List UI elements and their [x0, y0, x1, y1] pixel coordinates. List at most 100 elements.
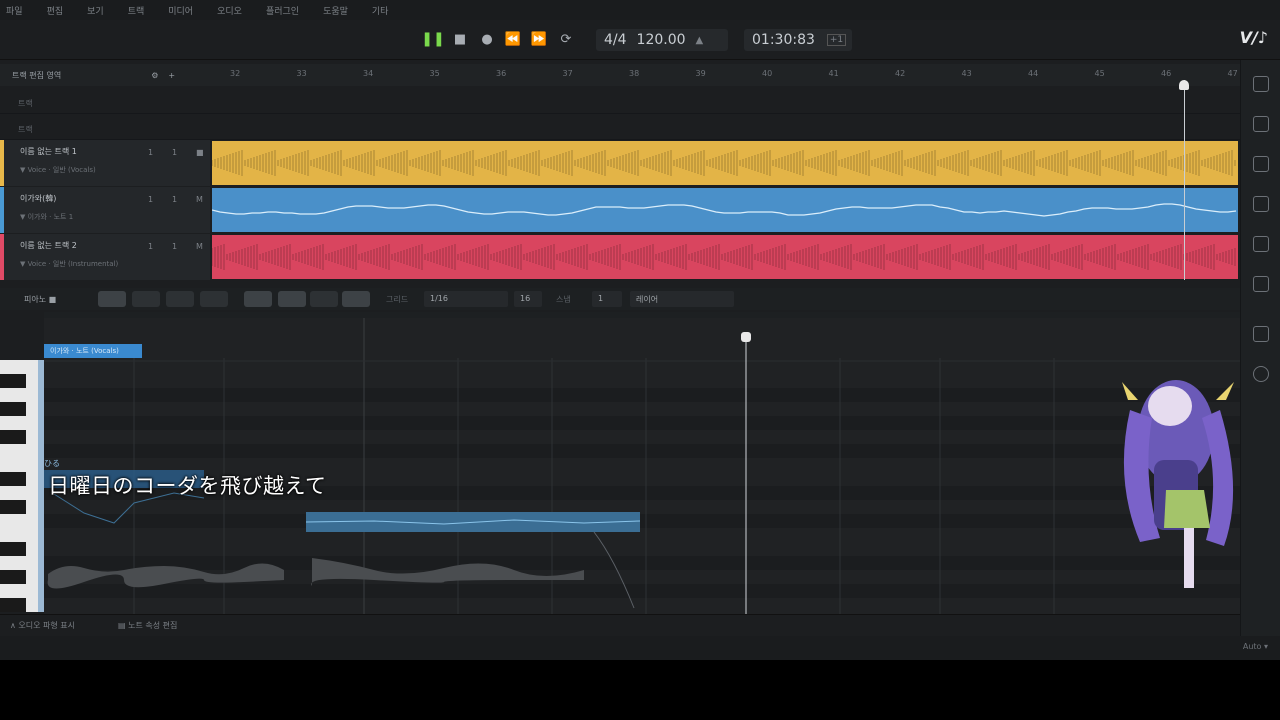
pitch-tool-button[interactable] — [200, 291, 228, 307]
black-key[interactable] — [0, 430, 26, 444]
erase-tool-button[interactable] — [166, 291, 194, 307]
track-solo-toggle[interactable]: 1 — [172, 195, 177, 204]
roll-playhead-handle[interactable] — [741, 332, 751, 342]
draw-tool-button[interactable] — [132, 291, 160, 307]
track-clip[interactable] — [212, 188, 1238, 232]
track-head[interactable]: 이름 없는 트랙 1 ▼ Voice · 일반 (Vocals) 1 1 ■ — [0, 140, 210, 186]
ruler-tick: 34 — [363, 69, 374, 78]
menu-bar: 파일 편집 보기 트랙 미디어 오디오 플러그인 도움말 기타 — [0, 0, 1280, 20]
waveform — [212, 150, 1236, 176]
black-key[interactable] — [0, 500, 26, 514]
fast-forward-button[interactable]: ⏩ — [530, 30, 548, 48]
sidebar-tool-icon[interactable] — [1253, 76, 1269, 92]
metronome-icon[interactable]: ▲ — [696, 35, 704, 46]
tempo-field[interactable]: 4/4 120.00 ▲ — [596, 29, 728, 51]
ruler-tick: 38 — [629, 69, 640, 78]
view-toggle-button[interactable] — [342, 291, 370, 307]
stop-button[interactable]: ■ — [451, 30, 469, 48]
black-key[interactable] — [0, 598, 26, 612]
ruler-tick: 41 — [828, 69, 839, 78]
track-instrument[interactable]: ▼ Voice · 일반 (Instrumental) — [20, 259, 210, 269]
clip-badge[interactable]: 이가와 · 노트 (Vocals) — [44, 344, 142, 358]
playhead[interactable] — [1184, 80, 1185, 280]
loop-button[interactable]: ⟳ — [557, 30, 575, 48]
grid-select[interactable]: 1/16 — [424, 291, 508, 307]
track-mute-toggle[interactable]: 1 — [148, 242, 153, 251]
menu-item[interactable]: 보기 — [87, 4, 104, 17]
empty-lane[interactable]: 트랙 — [0, 116, 1240, 140]
sidebar-tool-icon[interactable] — [1253, 236, 1269, 252]
track-head[interactable]: 이름 없는 트랙 2 ▼ Voice · 일반 (Instrumental) 1 1 M — [0, 234, 210, 280]
track-mute-toggle[interactable]: 1 — [148, 148, 153, 157]
track-name[interactable]: 이름 없는 트랙 2 — [20, 240, 210, 251]
menu-item[interactable]: 플러그인 — [266, 4, 299, 17]
track-row[interactable]: 이름 없는 트랙 1 ▼ Voice · 일반 (Vocals) 1 1 ■ — [0, 140, 1240, 186]
sidebar-tool-icon[interactable] — [1253, 116, 1269, 132]
sidebar-tool-icon[interactable] — [1253, 366, 1269, 382]
sidebar-tool-icon[interactable] — [1253, 196, 1269, 212]
time-signature[interactable]: 4/4 — [604, 32, 627, 48]
menu-item[interactable]: 파일 — [6, 4, 23, 17]
position-field[interactable]: 01:30:83 +1 — [744, 29, 852, 51]
menu-item[interactable]: 편집 — [47, 4, 64, 17]
tool-select[interactable]: 16 — [514, 291, 542, 307]
pause-button[interactable]: ❚❚ — [421, 30, 444, 48]
loop-flag[interactable]: +1 — [826, 34, 847, 46]
track-solo-toggle[interactable]: 1 — [172, 242, 177, 251]
keyboard-edge — [38, 360, 44, 612]
ruler-tick: 46 — [1161, 69, 1172, 78]
tempo-value[interactable]: 120.00 — [637, 32, 686, 48]
piano-roll[interactable] — [44, 318, 1240, 614]
mode-select[interactable]: 레이어 — [630, 291, 734, 307]
status-right[interactable]: ▤ 노트 속성 편집 — [118, 620, 177, 631]
sidebar-tool-icon[interactable] — [1253, 326, 1269, 342]
bottom-corner[interactable]: Auto ▾ — [1243, 642, 1268, 651]
black-key[interactable] — [0, 472, 26, 486]
select-tool-button[interactable] — [98, 291, 126, 307]
menu-item[interactable]: 기타 — [372, 4, 389, 17]
track-solo-toggle[interactable]: 1 — [172, 148, 177, 157]
menu-item[interactable]: 미디어 — [168, 4, 193, 17]
position-value[interactable]: 01:30:83 — [752, 32, 815, 48]
track-row[interactable]: 이가와(韓) ▼ 이가와 · 노트 1 1 1 M — [0, 187, 1240, 233]
track-name[interactable]: 이름 없는 트랙 1 — [20, 146, 210, 157]
black-key[interactable] — [0, 374, 26, 388]
view-toggle-button[interactable] — [244, 291, 272, 307]
track-mute-toggle[interactable]: 1 — [148, 195, 153, 204]
sidebar-tool-icon[interactable] — [1253, 276, 1269, 292]
track-mode-toggle[interactable]: M — [196, 242, 203, 251]
track-header: 트랙 편집 영역 ⚙ + — [0, 64, 210, 86]
settings-icon[interactable]: ⚙ — [151, 71, 158, 80]
view-toggle-button[interactable] — [310, 291, 338, 307]
track-row[interactable]: 이름 없는 트랙 2 ▼ Voice · 일반 (Instrumental) 1 1 M — [0, 234, 1240, 280]
track-header-title: 트랙 편집 영역 — [12, 70, 62, 80]
rewind-button[interactable]: ⏪ — [504, 30, 522, 48]
menu-item[interactable]: 오디오 — [217, 4, 242, 17]
add-track-icon[interactable]: + — [168, 71, 175, 80]
view-toggle-button[interactable] — [278, 291, 306, 307]
ruler-tick: 44 — [1028, 69, 1039, 78]
timeline-ruler[interactable]: 3233343536373839404142434445464748 — [210, 64, 1240, 86]
track-name[interactable]: 이가와(韓) — [20, 193, 210, 204]
status-left[interactable]: ∧ 오디오 파형 표시 — [10, 620, 75, 631]
track-mode-toggle[interactable]: ■ — [196, 148, 204, 157]
piano-roll-canvas[interactable] — [44, 318, 1240, 614]
track-instrument[interactable]: ▼ 이가와 · 노트 1 — [20, 212, 210, 222]
menu-item[interactable]: 도움말 — [323, 4, 348, 17]
track-instrument[interactable]: ▼ Voice · 일반 (Vocals) — [20, 165, 210, 175]
track-head[interactable]: 이가와(韓) ▼ 이가와 · 노트 1 1 1 M — [0, 187, 210, 233]
record-button[interactable]: ● — [478, 30, 496, 48]
piano-keyboard[interactable] — [0, 360, 44, 612]
right-sidebar — [1240, 60, 1280, 660]
playhead-handle[interactable] — [1179, 80, 1189, 90]
black-key[interactable] — [0, 542, 26, 556]
black-key[interactable] — [0, 570, 26, 584]
track-clip[interactable] — [212, 141, 1238, 185]
empty-lane[interactable]: 트랙 — [0, 90, 1240, 114]
sidebar-tool-icon[interactable] — [1253, 156, 1269, 172]
black-key[interactable] — [0, 402, 26, 416]
track-mode-toggle[interactable]: M — [196, 195, 203, 204]
track-clip[interactable] — [212, 235, 1238, 279]
menu-item[interactable]: 트랙 — [128, 4, 145, 17]
snap-select[interactable]: 1 — [592, 291, 622, 307]
